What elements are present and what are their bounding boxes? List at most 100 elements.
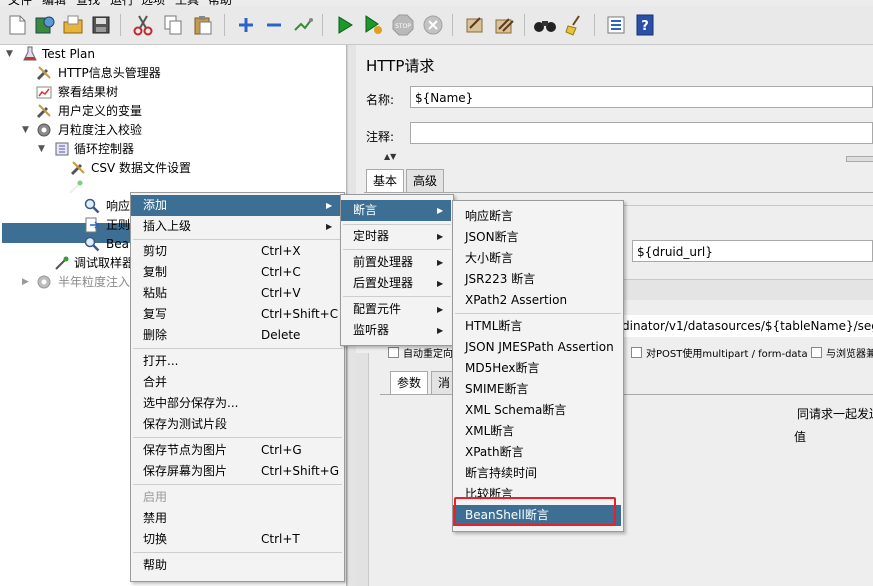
menu-item-md5hex-assertion[interactable]: MD5Hex断言 (453, 358, 621, 379)
menu-item-duration-assertion[interactable]: 断言持续时间 (453, 463, 621, 484)
menu-item-cut[interactable]: 剪切 Ctrl+X (131, 241, 342, 262)
menu-item-assertions[interactable]: 断言 ▶ (341, 200, 451, 221)
menu-item-jsr223-assertion[interactable]: JSR223 断言 (453, 269, 621, 290)
menu-item-xpath2-assertion[interactable]: XPath2 Assertion (453, 290, 621, 311)
tree-item-user-variables[interactable]: 用户定义的变量 (36, 102, 336, 121)
menu-item-pre-processors[interactable]: 前置处理器 ▶ (341, 252, 451, 273)
menu-item-html-assertion[interactable]: HTML断言 (453, 316, 621, 337)
toolbar-separator (594, 14, 595, 36)
paste-icon[interactable] (190, 12, 216, 38)
function-list-icon[interactable] (603, 12, 629, 38)
menu-item-duplicate[interactable]: 复写 Ctrl+Shift+C (131, 304, 342, 325)
menu-item-jmespath-assertion[interactable]: JSON JMESPath Assertion (453, 337, 621, 358)
menu-item-config-element[interactable]: 配置元件 ▶ (341, 299, 451, 320)
menu-item-xpath-assertion[interactable]: XPath断言 (453, 442, 621, 463)
start-icon[interactable] (332, 12, 358, 38)
menu-item-response-assertion[interactable]: 响应断言 (453, 206, 621, 227)
help-icon[interactable]: ? (632, 12, 658, 38)
menu-item-json-assertion[interactable]: JSON断言 (453, 227, 621, 248)
menu-item-xml-assertion[interactable]: XML断言 (453, 421, 621, 442)
submenu-arrow-icon: ▶ (437, 305, 444, 314)
expand-icon[interactable] (233, 12, 259, 38)
menu-item-paste[interactable]: 粘贴 Ctrl+V (131, 283, 342, 304)
collapse-arrows-icon[interactable]: ▲▼ (384, 152, 396, 161)
new-icon[interactable] (4, 12, 30, 38)
menu-item-open[interactable]: 打开... (131, 351, 342, 372)
cut-icon[interactable] (130, 12, 156, 38)
expand-toggle[interactable]: ▼ (6, 45, 16, 64)
tree-item-header-manager[interactable]: HTTP信息头管理器 (36, 64, 336, 83)
tree-item-debug-sampler[interactable]: 调试取样器 (54, 254, 134, 273)
expand-toggle[interactable]: ▼ (22, 121, 32, 140)
tree-item-halfyear-thread-group[interactable]: ▶ 半年粒度注入 (22, 273, 132, 292)
clear-icon[interactable] (462, 12, 488, 38)
context-menu: 添加 ▶ 插入上级 ▶ 剪切 Ctrl+X 复制 Ctrl+C 粘贴 Ctrl+V 复写 C… (130, 192, 345, 582)
open-icon[interactable] (60, 12, 86, 38)
tree-item-test-plan[interactable]: ▼ Test Plan (6, 45, 336, 64)
submenu-arrow-icon: ▶ (326, 222, 333, 231)
toggle-icon[interactable] (290, 12, 316, 38)
redirect-checkbox[interactable]: 自动重定向 (388, 347, 453, 361)
menu-item-smime-assertion[interactable]: SMIME断言 (453, 379, 621, 400)
multipart-checkbox[interactable]: 对POST使用multipart / form-data (631, 347, 808, 361)
menu-item-help[interactable]: 帮助 (131, 555, 342, 576)
tree-item-label: 察看结果树 (58, 85, 119, 99)
name-field[interactable]: ${Name} (410, 86, 873, 108)
collapse-icon[interactable] (261, 12, 287, 38)
tab-advanced[interactable]: 高级 (406, 169, 445, 192)
menu-item-add[interactable]: 添加 ▶ (131, 195, 342, 216)
tab-underline (364, 192, 873, 193)
pipette-icon (55, 256, 69, 270)
expand-toggle[interactable]: ▶ (22, 273, 32, 292)
checkbox-icon[interactable] (388, 347, 399, 358)
checkbox-icon[interactable] (811, 347, 822, 358)
server-field[interactable]: ${druid_url} (632, 240, 873, 262)
assertion-submenu: 响应断言 JSON断言 大小断言 JSR223 断言 XPath2 Assert… (452, 200, 624, 532)
browser-compatible-checkbox[interactable]: 与浏览器兼 (811, 347, 873, 361)
save-icon[interactable] (88, 12, 114, 38)
tree-item-loop-controller[interactable]: ▼ 循环控制器 (38, 140, 336, 159)
tree-item-label: CSV 数据文件设置 (91, 161, 192, 175)
expand-toggle[interactable]: ▼ (38, 140, 48, 159)
menu-item-timer[interactable]: 定时器 ▶ (341, 226, 451, 247)
expand-toggle[interactable]: ▼ (54, 178, 64, 197)
menu-item-listener[interactable]: 监听器 ▶ (341, 320, 451, 341)
menu-item-copy[interactable]: 复制 Ctrl+C (131, 262, 342, 283)
clear-all-icon[interactable] (492, 12, 518, 38)
binoculars-icon[interactable] (532, 12, 558, 38)
menu-item-delete[interactable]: 删除 Delete (131, 325, 342, 346)
vertical-scrollbar[interactable] (356, 353, 369, 586)
path-field[interactable]: dinator/v1/datasources/${tableName}/segm… (618, 315, 873, 337)
templates-icon[interactable] (32, 12, 58, 38)
start-no-pause-icon[interactable] (360, 12, 386, 38)
menu-item-toggle[interactable]: 切换 Ctrl+T (131, 529, 342, 550)
menu-item-save-node-image[interactable]: 保存节点为图片 Ctrl+G (131, 440, 342, 461)
broom-icon[interactable] (562, 12, 588, 38)
menu-item-save-selection[interactable]: 选中部分保存为... (131, 393, 342, 414)
tree-item-monthly-thread-group[interactable]: ▼ 月粒度注入校验 (22, 121, 336, 140)
menu-item-post-processors[interactable]: 后置处理器 ▶ (341, 273, 451, 294)
tree-item-regex-extractor[interactable]: 正则 (84, 216, 134, 235)
menu-item-size-assertion[interactable]: 大小断言 (453, 248, 621, 269)
menu-item-save-screen-image[interactable]: 保存屏幕为图片 Ctrl+Shift+G (131, 461, 342, 482)
value-column-header: 值 (794, 430, 807, 444)
checkbox-icon[interactable] (631, 347, 642, 358)
tree-item-csv-data-set[interactable]: CSV 数据文件设置 (70, 159, 336, 178)
divider-handle[interactable] (846, 156, 873, 162)
toolbar-separator (452, 14, 453, 36)
tab-basic[interactable]: 基本 (366, 169, 405, 192)
tree-item-beanshell[interactable]: Bea (84, 235, 134, 254)
stop-icon[interactable]: STOP (390, 12, 416, 38)
comment-field[interactable] (410, 122, 873, 144)
copy-icon[interactable] (160, 12, 186, 38)
menu-item-xml-schema-assertion[interactable]: XML Schema断言 (453, 400, 621, 421)
menu-separator (133, 437, 342, 438)
menu-item-disable[interactable]: 禁用 (131, 508, 342, 529)
menu-item-merge[interactable]: 合并 (131, 372, 342, 393)
menu-item-save-fragment[interactable]: 保存为测试片段 (131, 414, 342, 435)
tree-item-view-results-tree[interactable]: 察看结果树 (36, 83, 336, 102)
shutdown-icon[interactable] (420, 12, 446, 38)
tab-parameters[interactable]: 参数 (390, 371, 429, 394)
menu-item-insert-parent[interactable]: 插入上级 ▶ (131, 216, 342, 237)
tree-item-response-assertion[interactable]: 响应 (84, 197, 134, 216)
